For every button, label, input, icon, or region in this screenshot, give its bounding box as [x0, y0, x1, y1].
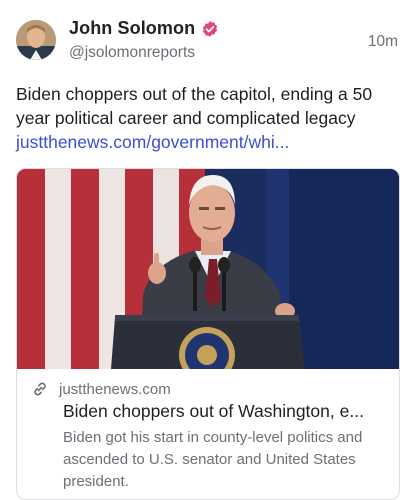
author-name[interactable]: John Solomon — [69, 18, 195, 39]
post-timestamp[interactable]: 10m — [368, 33, 398, 51]
link-title[interactable]: Biden choppers out of Washington, e... — [63, 401, 393, 422]
author-handle[interactable]: @jsolomonreports — [69, 44, 195, 62]
link-preview-card[interactable]: justthenews.com Biden choppers out of Wa… — [16, 168, 400, 500]
link-icon — [34, 382, 46, 396]
verified-icon — [203, 20, 218, 37]
link-domain: justthenews.com — [59, 380, 171, 398]
link-domain-row: justthenews.com — [31, 380, 171, 398]
post: John Solomon @jsolomonreports 10m Biden … — [0, 0, 415, 500]
author-name-row: John Solomon — [69, 18, 219, 39]
post-link[interactable]: justthenews.com/government/whi... — [16, 132, 289, 152]
avatar[interactable] — [16, 20, 56, 60]
post-body: Biden choppers out of the capitol, endin… — [16, 84, 373, 128]
link-preview-image[interactable] — [17, 169, 399, 369]
link-description: Biden got his start in county-level poli… — [63, 429, 363, 490]
post-text: Biden choppers out of the capitol, endin… — [16, 82, 400, 154]
